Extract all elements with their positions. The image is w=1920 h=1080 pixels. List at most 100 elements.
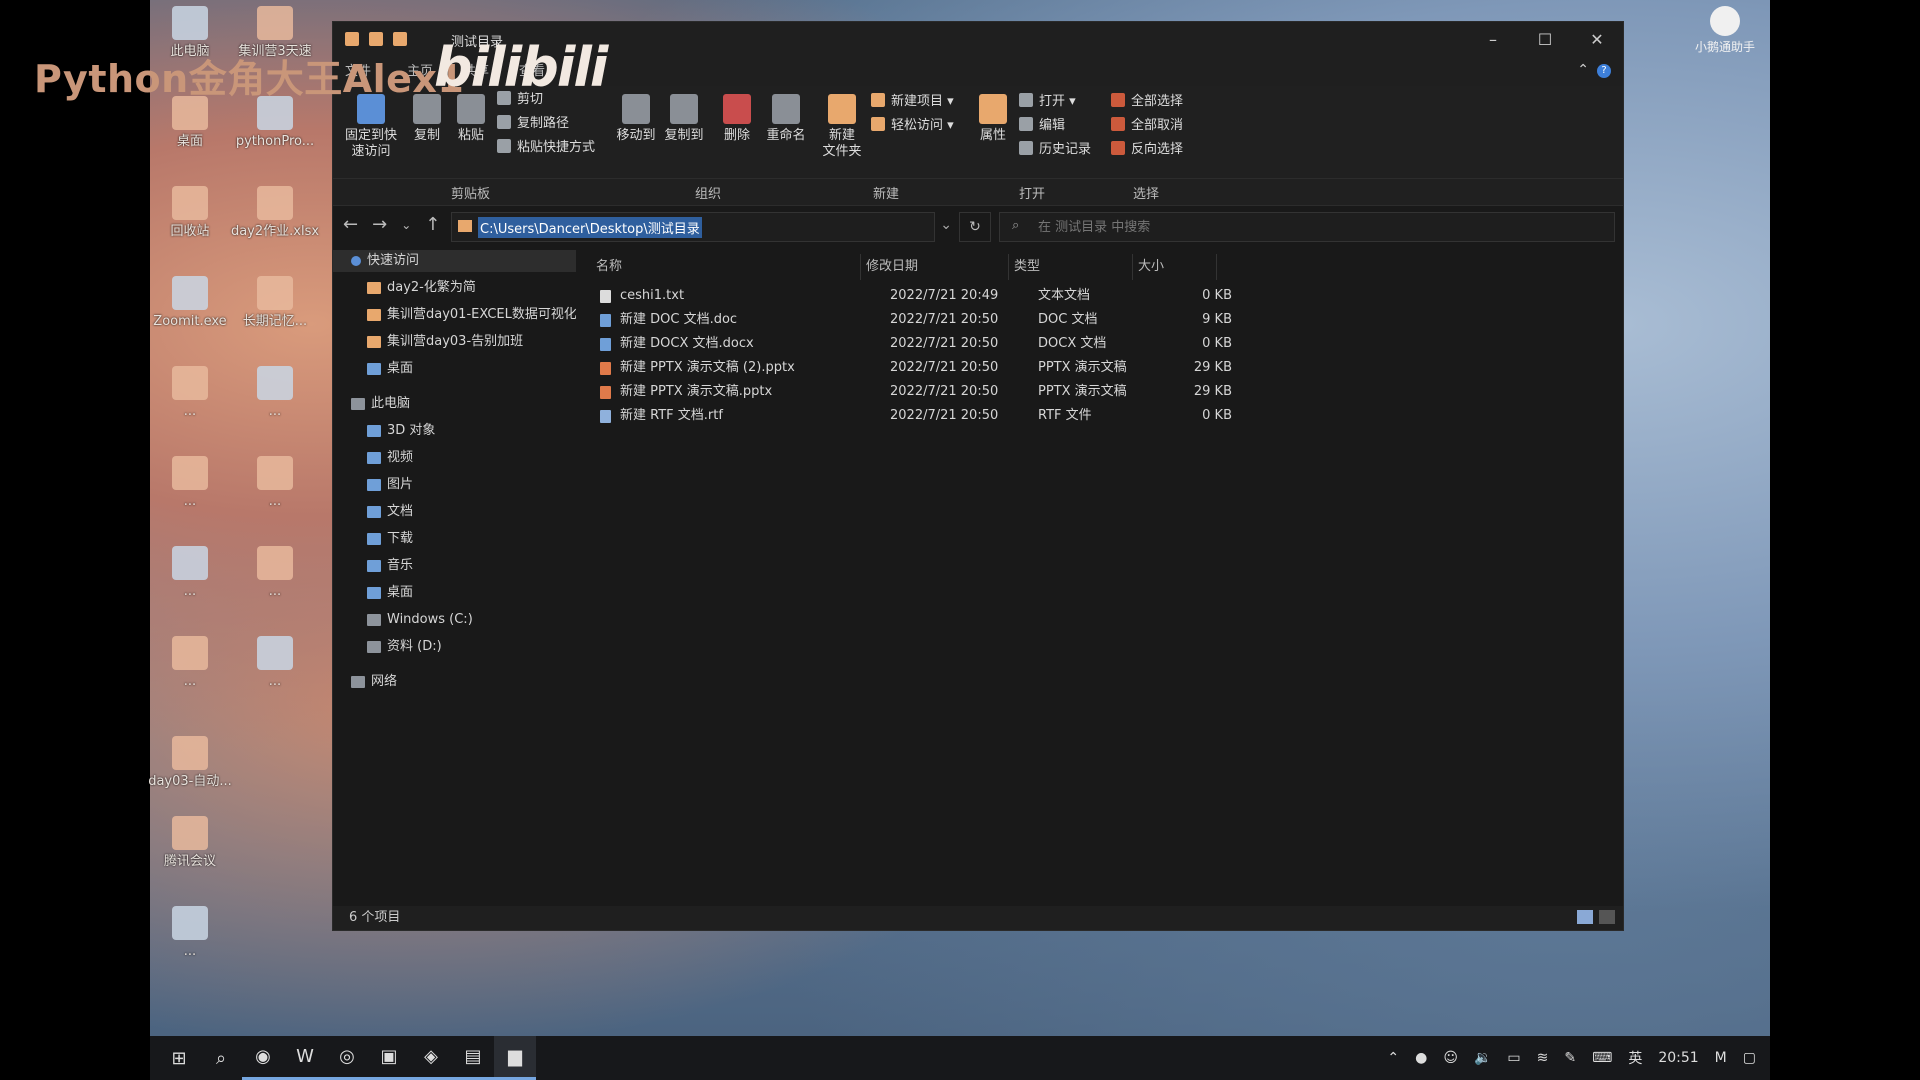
- desktop-icon[interactable]: ...: [230, 546, 320, 600]
- column-divider[interactable]: [1216, 254, 1217, 280]
- tree-item-pc[interactable]: 视频: [333, 447, 413, 469]
- collapse-ribbon-icon[interactable]: ⌃: [1577, 62, 1589, 78]
- tree-item-pc[interactable]: 图片: [333, 474, 413, 496]
- tree-item-pc[interactable]: 3D 对象: [333, 420, 435, 442]
- desktop-icon[interactable]: 长期记忆...: [230, 276, 320, 330]
- easy-access-button[interactable]: 轻松访问 ▾: [871, 114, 954, 133]
- search-box[interactable]: ⌕: [999, 212, 1615, 242]
- wps-icon[interactable]: W: [284, 1036, 326, 1080]
- select-all-button[interactable]: 全部选择: [1111, 90, 1183, 109]
- app-icon[interactable]: ◎: [326, 1036, 368, 1080]
- battery-icon[interactable]: ▭: [1507, 1050, 1520, 1066]
- history-button[interactable]: 历史记录: [1019, 138, 1091, 157]
- tree-item-quick-access[interactable]: day2-化繁为简: [333, 277, 476, 299]
- copy-path-button[interactable]: 复制路径: [497, 112, 569, 131]
- desktop-icon[interactable]: 回收站: [145, 186, 235, 240]
- desktop-icon[interactable]: Zoomit.exe: [145, 276, 235, 330]
- volume-icon[interactable]: 🔉: [1474, 1050, 1491, 1066]
- app-tray-icon[interactable]: M: [1715, 1050, 1727, 1066]
- desktop-icon[interactable]: ...: [230, 456, 320, 510]
- tray-expand-icon[interactable]: ⌃: [1387, 1050, 1399, 1066]
- file-row[interactable]: 新建 DOC 文档.doc 2022/7/21 20:50 DOC 文档 9 KB: [600, 308, 1400, 332]
- app-icon[interactable]: ◈: [410, 1036, 452, 1080]
- properties-quick-icon[interactable]: [369, 32, 383, 46]
- open-button[interactable]: 打开 ▾: [1019, 90, 1076, 109]
- file-row[interactable]: 新建 PPTX 演示文稿 (2).pptx 2022/7/21 20:50 PPTX…: [600, 356, 1400, 380]
- desktop-icon[interactable]: ...: [145, 456, 235, 510]
- forward-arrow-icon[interactable]: →: [372, 214, 387, 236]
- copy-to-button[interactable]: 复制到: [661, 94, 707, 144]
- delete-button[interactable]: 删除: [717, 94, 757, 144]
- back-arrow-icon[interactable]: ←: [343, 214, 358, 236]
- rename-button[interactable]: 重命名: [761, 94, 811, 144]
- pen-icon[interactable]: ✎: [1564, 1050, 1576, 1066]
- column-date[interactable]: 修改日期: [866, 256, 918, 278]
- clock[interactable]: 20:51: [1658, 1050, 1698, 1066]
- windows-start-icon[interactable]: ⊞: [158, 1036, 200, 1080]
- desktop-icon[interactable]: ...: [230, 366, 320, 420]
- up-arrow-icon[interactable]: ↑: [425, 214, 440, 236]
- column-size[interactable]: 大小: [1138, 256, 1164, 278]
- terminal-icon[interactable]: ▤: [452, 1036, 494, 1080]
- desktop-icon-helper[interactable]: 小鹅通助手: [1690, 6, 1760, 55]
- details-view-icon[interactable]: [1577, 910, 1593, 924]
- file-row[interactable]: 新建 PPTX 演示文稿.pptx 2022/7/21 20:50 PPTX 演示文…: [600, 380, 1400, 404]
- desktop-icon[interactable]: ...: [145, 906, 235, 960]
- desktop-icon[interactable]: ...: [145, 546, 235, 600]
- keyboard-icon[interactable]: ⌨: [1592, 1050, 1612, 1066]
- wifi-icon[interactable]: ≋: [1537, 1050, 1549, 1066]
- desktop-icon[interactable]: day2作业.xlsx: [230, 186, 320, 240]
- invert-selection-button[interactable]: 反向选择: [1111, 138, 1183, 157]
- language-indicator[interactable]: 英: [1628, 1048, 1642, 1068]
- file-row[interactable]: 新建 DOCX 文档.docx 2022/7/21 20:50 DOCX 文档 0 K…: [600, 332, 1400, 356]
- tree-item-pc[interactable]: 桌面: [333, 582, 413, 604]
- help-icon[interactable]: ?: [1597, 64, 1611, 78]
- new-folder-button[interactable]: 新建 文件夹: [817, 94, 867, 160]
- tree-item-pc[interactable]: 音乐: [333, 555, 413, 577]
- tree-item-quick-access[interactable]: 集训营day01-EXCEL数据可视化: [333, 304, 576, 326]
- refresh-button[interactable]: ↻: [959, 212, 991, 242]
- new-item-button[interactable]: 新建项目 ▾: [871, 90, 954, 109]
- user-icon[interactable]: ☺: [1443, 1050, 1458, 1066]
- search-input[interactable]: [1036, 217, 1600, 237]
- tree-item-pc[interactable]: 资料 (D:): [333, 636, 442, 658]
- tree-item-quick-access[interactable]: 桌面: [333, 358, 413, 380]
- column-name[interactable]: 名称: [596, 256, 622, 278]
- new-folder-quick-icon[interactable]: [393, 32, 407, 46]
- tree-this-pc[interactable]: 此电脑: [333, 393, 410, 415]
- edit-button[interactable]: 编辑: [1019, 114, 1065, 133]
- desktop-icon[interactable]: ...: [145, 636, 235, 690]
- address-path[interactable]: C:\Users\Dancer\Desktop\测试目录: [478, 217, 702, 238]
- pin-quick-access-button[interactable]: 固定到快 速访问: [341, 94, 401, 160]
- tree-item-pc[interactable]: Windows (C:): [333, 609, 473, 631]
- minimize-button[interactable]: –: [1467, 22, 1519, 58]
- move-to-button[interactable]: 移动到: [613, 94, 659, 144]
- app-icon[interactable]: ▣: [368, 1036, 410, 1080]
- column-type[interactable]: 类型: [1014, 256, 1040, 278]
- desktop-icon[interactable]: pythonPro...: [230, 96, 320, 150]
- desktop-icon[interactable]: ...: [145, 366, 235, 420]
- search-icon[interactable]: ⌕: [200, 1036, 242, 1080]
- column-divider[interactable]: [860, 254, 861, 280]
- desktop-icon[interactable]: ...: [230, 636, 320, 690]
- tree-item-pc[interactable]: 文档: [333, 501, 413, 523]
- recent-chevron-icon[interactable]: ⌄: [401, 214, 411, 236]
- maximize-button[interactable]: ☐: [1519, 22, 1571, 58]
- file-row[interactable]: ceshi1.txt 2022/7/21 20:49 文本文档 0 KB: [600, 284, 1400, 308]
- notification-icon[interactable]: ▢: [1743, 1050, 1756, 1066]
- desktop-icon[interactable]: day03-自动...: [145, 736, 235, 790]
- select-none-button[interactable]: 全部取消: [1111, 114, 1183, 133]
- column-divider[interactable]: [1008, 254, 1009, 280]
- large-icons-view-icon[interactable]: [1599, 910, 1615, 924]
- desktop-icon[interactable]: 腾讯会议: [145, 816, 235, 870]
- desktop-icon[interactable]: 桌面: [145, 96, 235, 150]
- properties-button[interactable]: 属性: [973, 94, 1013, 144]
- address-dropdown-icon[interactable]: ⌄: [940, 217, 952, 233]
- tree-item-quick-access[interactable]: 集训营day03-告别加班: [333, 331, 523, 353]
- tree-quick-access[interactable]: 快速访问: [333, 250, 576, 272]
- address-bar[interactable]: C:\Users\Dancer\Desktop\测试目录 ⌄: [451, 212, 952, 242]
- mic-icon[interactable]: ●: [1415, 1050, 1427, 1066]
- tree-item-pc[interactable]: 下载: [333, 528, 413, 550]
- file-explorer-icon[interactable]: ▆: [494, 1036, 536, 1080]
- chrome-icon[interactable]: ◉: [242, 1036, 284, 1080]
